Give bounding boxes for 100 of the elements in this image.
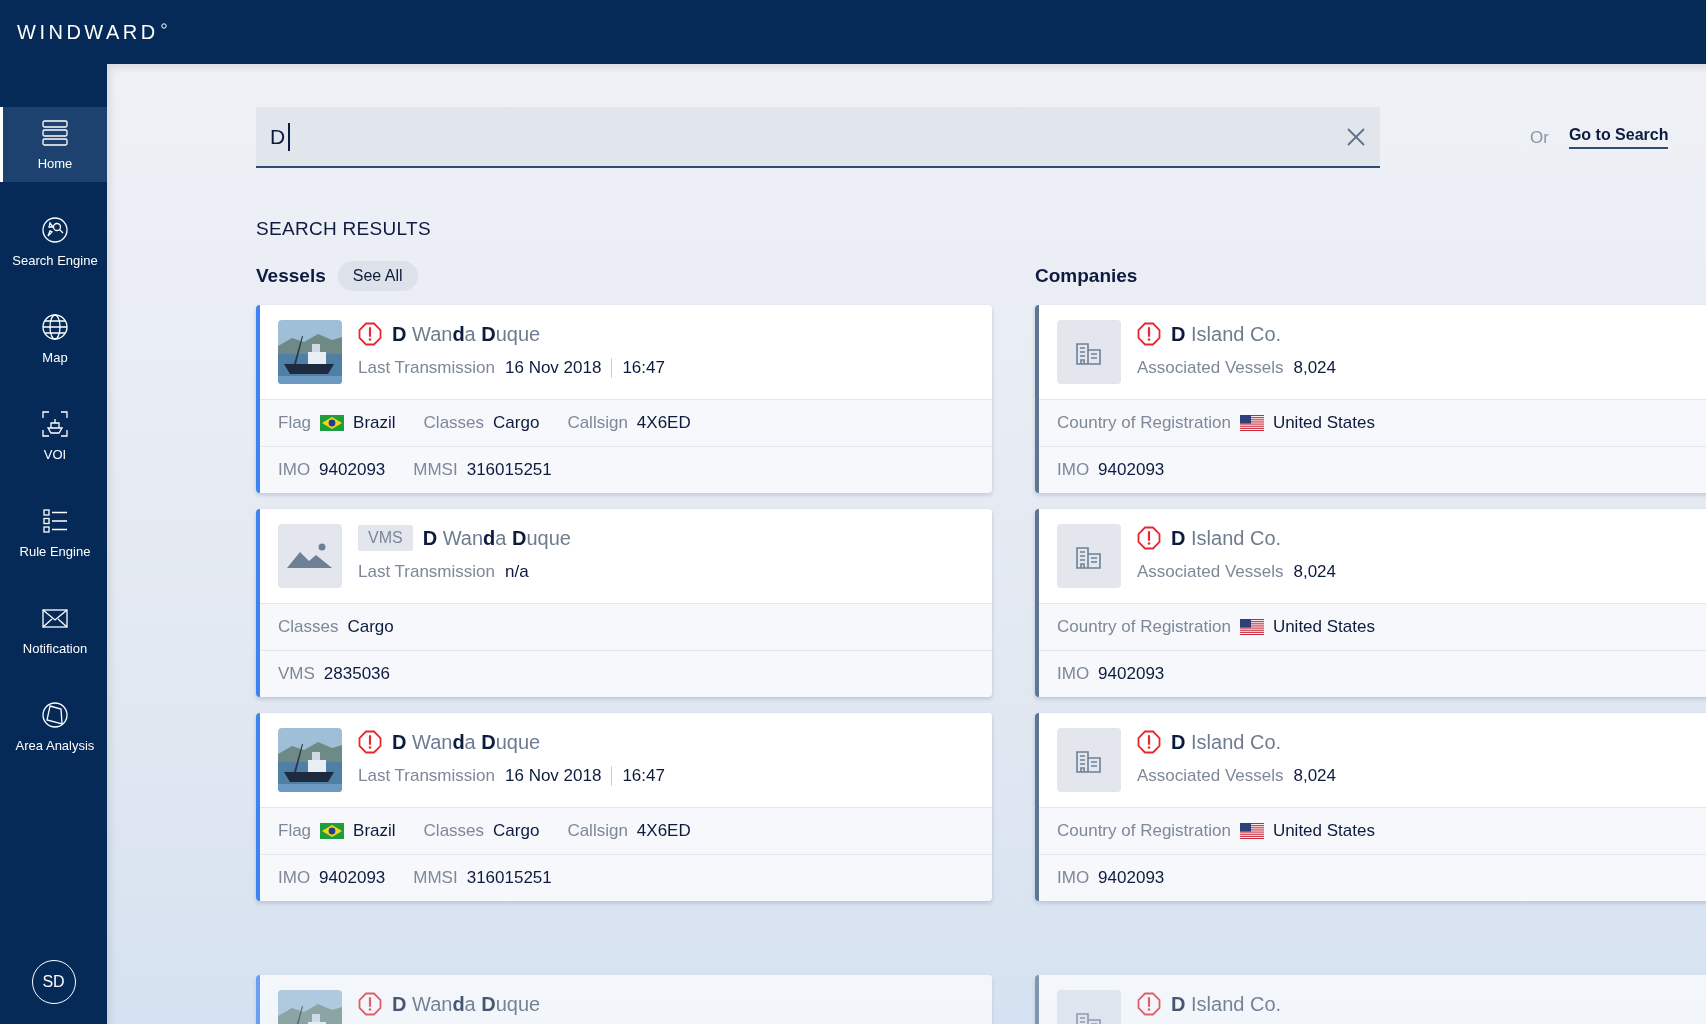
us-flag-icon xyxy=(1239,823,1264,839)
field-label: Country of Registration xyxy=(1057,617,1231,637)
field-label: IMO xyxy=(278,868,311,888)
go-to-search-link[interactable]: Go to Search xyxy=(1568,126,1669,149)
column-title: Companies xyxy=(1035,265,1138,287)
ship-frame-icon xyxy=(40,409,70,439)
field-value: 316015251 xyxy=(466,460,552,480)
field-value: 16:47 xyxy=(622,358,665,378)
field-label: Last Transmission xyxy=(358,766,495,786)
field-value: 2835036 xyxy=(323,664,391,684)
field-value: 4X6ED xyxy=(636,413,691,433)
field-value: United States xyxy=(1272,821,1375,841)
field-value: 316015251 xyxy=(466,868,552,888)
area-icon xyxy=(40,700,70,730)
trademark-icon xyxy=(160,23,167,29)
field-value: 16 Nov 2018 xyxy=(505,358,602,378)
building-icon xyxy=(1057,524,1121,588)
field-label: Associated Vessels xyxy=(1137,358,1284,378)
column-title: Vessels xyxy=(256,265,326,287)
field-value: United States xyxy=(1272,413,1375,433)
or-label: Or xyxy=(1530,127,1549,148)
globe-icon xyxy=(40,312,70,342)
vessel-card[interactable]: D Wanda Duque Last Transmission 16 Nov 2018 16:47 Flag Brazil Classes Cargo Callsign 4X6ED IMO 9402093 MMSI 316015251 xyxy=(256,713,992,901)
company-name[interactable]: D Island Co. xyxy=(1171,992,1282,1016)
field-label: Callsign xyxy=(567,821,628,841)
list-icon xyxy=(40,506,70,536)
field-label: MMSI xyxy=(413,460,458,480)
field-value: Brazil xyxy=(353,821,396,841)
field-value: Cargo xyxy=(493,413,540,433)
vessel-card[interactable]: D Wanda Duque xyxy=(256,975,992,1024)
vessel-card[interactable]: VMS D Wanda Duque Last Transmission n/a Classes Cargo VMS 2835036 xyxy=(256,509,992,697)
field-value: 16:47 xyxy=(622,766,665,786)
field-label: Classes xyxy=(278,617,339,637)
field-label: Callsign xyxy=(567,413,628,433)
field-label: Last Transmission xyxy=(358,562,495,582)
see-all-button[interactable]: See All xyxy=(337,261,418,291)
field-value: 9402093 xyxy=(319,460,386,480)
field-value: n/a xyxy=(505,562,529,582)
search-field[interactable]: D xyxy=(256,107,1380,168)
sidebar-item[interactable]: Notification xyxy=(0,592,107,667)
vessel-name[interactable]: D Wanda Duque xyxy=(392,730,541,754)
brazil-flag-icon xyxy=(320,823,345,839)
field-value: 9402093 xyxy=(1098,664,1165,684)
vessel-name[interactable]: D Wanda Duque xyxy=(422,526,571,550)
field-value: 9402093 xyxy=(1098,460,1165,480)
field-label: Classes xyxy=(423,413,485,433)
field-value: Brazil xyxy=(353,413,396,433)
field-label: Classes xyxy=(423,821,485,841)
field-value: 4X6ED xyxy=(636,821,691,841)
field-label: Country of Registration xyxy=(1057,413,1231,433)
vessel-card[interactable]: D Wanda Duque Last Transmission 16 Nov 2018 16:47 Flag Brazil Classes Cargo Callsign 4X6ED IMO 9402093 MMSI 316015251 xyxy=(256,305,992,493)
vessel-name[interactable]: D Wanda Duque xyxy=(392,322,541,346)
brand-logo: WINDWARD xyxy=(17,20,159,44)
text-cursor xyxy=(288,122,291,151)
company-card[interactable]: D Island Co. Associated Vessels 8,024 Country of Registration United States IMO 9402093 xyxy=(1035,713,1706,901)
sidebar-item[interactable]: Home xyxy=(0,107,107,182)
field-value: Cargo xyxy=(347,617,394,637)
vessel-name[interactable]: D Wanda Duque xyxy=(392,992,541,1016)
field-value: 16 Nov 2018 xyxy=(505,766,602,786)
company-card[interactable]: D Island Co. Associated Vessels 8,024 Country of Registration United States IMO 9402093 xyxy=(1035,509,1706,697)
sidebar-item[interactable]: VOI xyxy=(0,398,107,473)
company-name[interactable]: D Island Co. xyxy=(1171,730,1282,754)
vms-badge: VMS xyxy=(358,525,413,551)
field-value: 8,024 xyxy=(1293,358,1336,378)
sidebar-item[interactable]: Search Engine xyxy=(0,204,107,279)
company-card[interactable]: D Island Co. Associated Vessels 8,024 Country of Registration United States IMO 9402093 xyxy=(1035,305,1706,493)
company-card[interactable]: D Island Co. xyxy=(1035,975,1706,1024)
company-name[interactable]: D Island Co. xyxy=(1171,322,1282,346)
brazil-flag-icon xyxy=(320,415,345,431)
field-label: Associated Vessels xyxy=(1137,562,1284,582)
close-icon[interactable] xyxy=(1346,126,1366,147)
field-label: MMSI xyxy=(413,868,458,888)
field-label: VMS xyxy=(278,664,315,684)
field-label: Country of Registration xyxy=(1057,821,1231,841)
field-value: Cargo xyxy=(493,821,540,841)
us-flag-icon xyxy=(1239,619,1264,635)
sidebar-item[interactable]: Area Analysis xyxy=(0,689,107,764)
field-label: Flag xyxy=(278,413,312,433)
building-icon xyxy=(1057,320,1121,384)
field-value: 9402093 xyxy=(1098,868,1165,888)
field-label: Last Transmission xyxy=(358,358,495,378)
field-label: Flag xyxy=(278,821,312,841)
field-label: IMO xyxy=(1057,868,1090,888)
field-label: Associated Vessels xyxy=(1137,766,1284,786)
search-value: D xyxy=(270,124,286,149)
us-flag-icon xyxy=(1239,415,1264,431)
section-title: SEARCH RESULTS xyxy=(256,218,432,240)
field-label: IMO xyxy=(278,460,311,480)
home-icon xyxy=(40,118,70,148)
field-value: 9402093 xyxy=(319,868,386,888)
field-label: IMO xyxy=(1057,460,1090,480)
sidebar-item[interactable]: Rule Engine xyxy=(0,495,107,570)
building-icon xyxy=(1057,728,1121,792)
field-value: United States xyxy=(1272,617,1375,637)
company-name[interactable]: D Island Co. xyxy=(1171,526,1282,550)
sidebar-item[interactable]: Map xyxy=(0,301,107,376)
field-value: 8,024 xyxy=(1293,766,1336,786)
field-label: IMO xyxy=(1057,664,1090,684)
search-engine-icon xyxy=(40,215,70,245)
image-placeholder-icon xyxy=(278,524,342,588)
